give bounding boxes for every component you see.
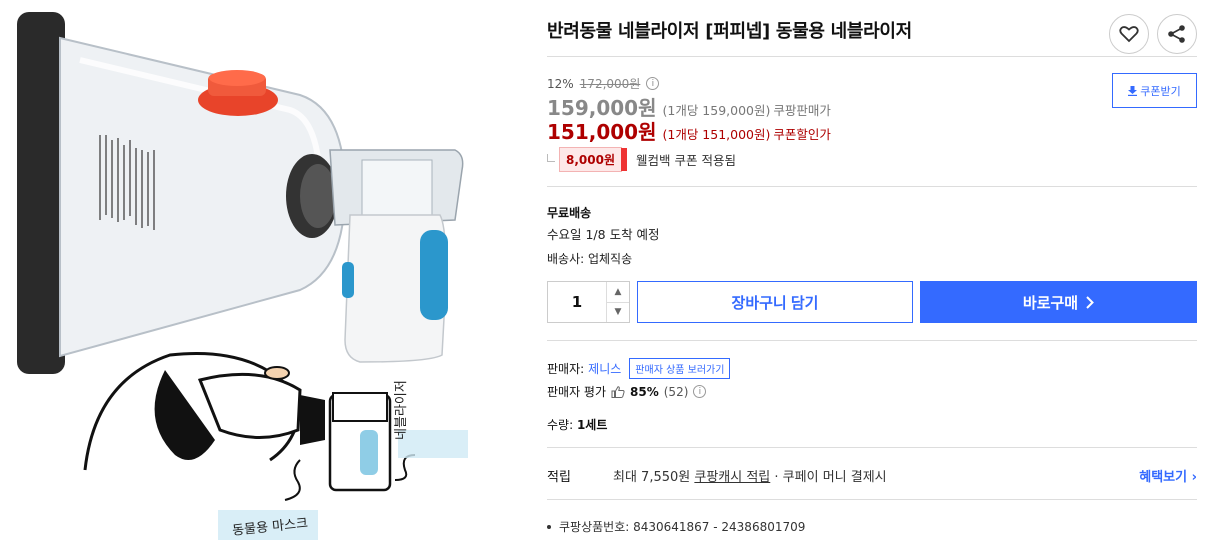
reward-label: 적립 [547,470,571,485]
reward-divider [547,499,1197,500]
seller-rating-label: 판매자 평가 [547,385,607,399]
quantity-info: 수량: 1세트 [547,416,607,433]
reward-prefix: 최대 7,550원 [613,470,691,485]
discount-line: 12% 172,000원 i [547,75,660,92]
wishlist-button[interactable] [1109,14,1149,54]
shipping-carrier: 배송사: 업체직송 [547,252,633,266]
quantity-decrease-button[interactable]: ▼ [607,303,629,323]
reward-row: 적립 최대 7,550원 쿠팡캐시 적립 · 쿠페이 머니 결제시 혜택보기 › [547,466,1197,485]
coupon-price-unit: (1개당 151,000원) [662,127,771,142]
quantity-increase-button[interactable]: ▲ [607,282,629,303]
product-info-panel: 반려동물 네블라이저 [퍼피넵] 동물용 네블라이저 12% 172,000원 … [547,0,1197,560]
quantity-info-value: 1세트 [576,418,608,432]
coupon-price-line: 151,000원 (1개당 151,000원) 쿠폰할인가 [547,116,831,145]
bullet-icon [547,524,551,529]
nebulizer-drawing-label: 네블라이저 [394,380,409,440]
buy-now-label: 바로구매 [1022,294,1079,312]
quantity-stepper: 1 ▲ ▼ [547,281,630,323]
add-to-cart-button[interactable]: 장바구니 담기 [637,281,913,323]
chevron-up-icon: ▲ [614,286,622,297]
info-icon[interactable]: i [693,385,707,398]
thumbs-up-icon [611,385,625,398]
chevron-down-icon: ▼ [614,307,622,318]
original-price: 172,000원 [579,77,641,91]
product-code: 쿠팡상품번호: 8430641867 - 24386801709 [559,520,806,534]
info-icon[interactable]: i [646,77,660,90]
share-button[interactable] [1157,14,1197,54]
heart-icon [1119,26,1139,43]
chevron-right-icon [1086,295,1095,309]
seller-rating-row: 판매자 평가 85% (52) i [547,383,707,400]
seller-products-link[interactable]: 판매자 상품 보러가기 [629,358,731,379]
shipping-date: 수요일 1/8 도착 예정 [547,227,660,242]
coupon-price-label: 쿠폰할인가 [773,127,831,142]
product-illustration [17,12,468,540]
welcome-coupon-badge: 8,000원 [559,147,627,172]
welcome-coupon-text: 웰컴백 쿠폰 적용됨 [636,153,736,168]
quantity-info-label: 수량: [547,418,574,432]
chevron-right-icon: › [1191,470,1197,485]
seller-name-link[interactable]: 제니스 [588,360,621,377]
seller-rating-percent: 85% [630,384,659,399]
title-divider [547,56,1197,57]
coupon-download-button[interactable]: 쿠폰받기 [1112,73,1197,108]
discount-rate: 12% [547,76,574,91]
benefit-link[interactable]: 혜택보기 › [1139,466,1197,485]
coupon-price: 151,000원 [547,120,657,144]
price-divider [547,186,1197,187]
benefit-link-label: 혜택보기 [1139,470,1188,485]
welcome-coupon-row: 8,000원 웰컴백 쿠폰 적용됨 [547,147,736,172]
product-title: 반려동물 네블라이저 [퍼피넵] 동물용 네블라이저 [547,21,912,42]
coupang-cash-link[interactable]: 쿠팡캐시 적립 [694,470,770,485]
coupon-button-label: 쿠폰받기 [1140,85,1181,98]
reward-text: 최대 7,550원 쿠팡캐시 적립 · 쿠페이 머니 결제시 [613,466,887,485]
buy-now-button[interactable]: 바로구매 [920,281,1197,323]
seller-rating-count: (52) [663,384,689,399]
corner-line [547,153,555,162]
quantity-input[interactable]: 1 [548,282,607,322]
share-icon [1168,25,1185,43]
shipping-label: 무료배송 [547,206,592,220]
reward-suffix: · 쿠페이 머니 결제시 [774,470,887,485]
seller-row: 판매자: 제니스 판매자 상품 보러가기 [547,358,731,379]
info-divider [547,447,1197,448]
seller-label: 판매자: [547,362,585,376]
purchase-divider [547,340,1197,341]
product-image: 네블라이저 동물용 마스크 [0,0,520,560]
download-icon [1128,85,1138,96]
product-code-row: 쿠팡상품번호: 8430641867 - 24386801709 [547,518,805,535]
